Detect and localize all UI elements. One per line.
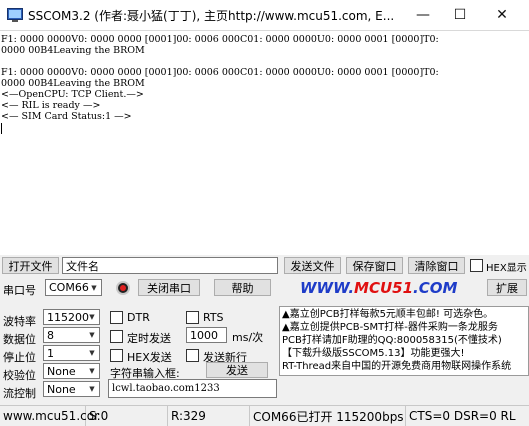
port-select[interactable]: COM66 ▼ [45, 279, 102, 296]
receive-line: <—OpenCPU: TCP Client.—> [1, 89, 144, 100]
close-port-button[interactable]: 关闭串口 [138, 279, 200, 296]
save-window-button[interactable]: 保存窗口 [346, 257, 403, 274]
chevron-down-icon: ▼ [89, 331, 95, 339]
databits-label: 数据位 [3, 333, 36, 346]
window-title: SSCOM3.2 (作者:聂小猛(丁丁), 主页http://www.mcu51… [28, 9, 395, 23]
timed-send-checkbox[interactable] [110, 330, 123, 343]
hex-display-checkbox[interactable] [470, 259, 483, 272]
maximize-icon: ☐ [453, 7, 467, 23]
parity-value: None [47, 364, 76, 378]
ad-line[interactable]: 【下载升级版SSCOM5.13】功能更强大! [282, 347, 464, 360]
receive-area[interactable]: F1: 0000 0000V0: 0000 0000 [0001]00: 000… [0, 30, 529, 255]
hex-send-label: HEX发送 [127, 351, 172, 364]
timed-send-label: 定时发送 [127, 332, 171, 345]
help-button[interactable]: 帮助 [214, 279, 271, 296]
chevron-down-icon: ▼ [89, 367, 95, 375]
clear-window-button[interactable]: 清除窗口 [408, 257, 465, 274]
ad-line[interactable]: ▲嘉立创PCB打样每款5元顺丰包邮! 可选杂色。 [282, 308, 493, 321]
hex-send-checkbox[interactable] [110, 349, 123, 362]
parity-label: 校验位 [3, 369, 36, 382]
stopbits-value: 1 [47, 346, 54, 360]
maximize-button[interactable]: ☐ [440, 0, 480, 30]
port-value: COM66 [49, 281, 89, 294]
receive-line: 0000 00B4Leaving the BROM [1, 78, 145, 89]
baud-value: 115200 [47, 310, 89, 324]
rts-checkbox[interactable] [186, 311, 199, 324]
receive-line: <— SIM Card Status:1 —> [1, 111, 132, 122]
receive-line: <— RIL is ready —> [1, 100, 101, 111]
open-file-button[interactable]: 打开文件 [2, 257, 59, 274]
ad-line[interactable]: RT-Thread来自中国的开源免费商用物联网操作系统 [282, 360, 511, 373]
close-icon: ✕ [496, 7, 508, 23]
parity-select[interactable]: None ▼ [43, 363, 100, 379]
stopbits-select[interactable]: 1 ▼ [43, 345, 100, 361]
flow-label: 流控制 [3, 387, 36, 400]
databits-value: 8 [47, 328, 54, 342]
brand-suffix: .COM [413, 279, 458, 297]
chevron-down-icon: ▼ [91, 283, 97, 292]
databits-select[interactable]: 8 ▼ [43, 327, 100, 343]
interval-unit: ms/次 [232, 331, 264, 344]
send-text-input[interactable]: lcwl.taobao.com1233 [108, 379, 277, 398]
baud-label: 波特率 [3, 315, 36, 328]
hex-display-label: HEX显示 [486, 263, 527, 274]
expand-button[interactable]: 扩展 [487, 279, 527, 296]
chevron-down-icon: ▼ [89, 385, 95, 393]
app-icon [7, 8, 23, 22]
dtr-label: DTR [127, 311, 150, 324]
status-lines: CTS=0 DSR=0 RL [409, 409, 516, 423]
receive-line: F1: 0000 0000V0: 0000 0000 [0001]00: 000… [1, 34, 439, 45]
status-bar: www.mcu51.cor S:0 R:329 COM66已打开 115200b… [0, 405, 529, 426]
ad-panel: ▲嘉立创PCB打样每款5元顺丰包邮! 可选杂色。 ▲嘉立创提供PCB-SMT打样… [279, 306, 529, 376]
send-newline-checkbox[interactable] [186, 349, 199, 362]
minimize-icon: — [416, 7, 430, 23]
text-caret [1, 123, 2, 134]
chevron-down-icon: ▼ [89, 349, 95, 357]
receive-line: F1: 0000 0000V0: 0000 0000 [0001]00: 000… [1, 67, 439, 78]
brand-name: MCU51 [354, 279, 414, 297]
send-button[interactable]: 发送 [206, 362, 268, 378]
ad-line[interactable]: ▲嘉立创提供PCB-SMT打样-器件采购一条龙服务 [282, 321, 498, 334]
website-link[interactable]: WWW.MCU51.COM [300, 279, 457, 297]
interval-input[interactable]: 1000 [186, 327, 227, 343]
port-status-icon [116, 281, 130, 295]
chevron-down-icon: ▼ [89, 313, 95, 321]
status-sent: S:0 [86, 406, 168, 426]
dtr-checkbox[interactable] [110, 311, 123, 324]
brand-prefix: WWW. [300, 279, 355, 297]
port-label: 串口号 [3, 284, 36, 297]
filename-input[interactable]: 文件名 [62, 257, 278, 274]
rts-label: RTS [203, 311, 224, 324]
minimize-button[interactable]: — [403, 0, 443, 30]
flow-value: None [47, 382, 76, 396]
status-site: www.mcu51.cor [0, 406, 99, 426]
send-file-button[interactable]: 发送文件 [284, 257, 341, 274]
flow-select[interactable]: None ▼ [43, 381, 100, 397]
receive-line: 0000 00B4Leaving the BROM [1, 45, 145, 56]
status-received: R:329 [168, 406, 250, 426]
title-bar: SSCOM3.2 (作者:聂小猛(丁丁), 主页http://www.mcu51… [0, 0, 529, 30]
ad-line[interactable]: PCB打样请加F助理的QQ:800058315(不懂技术) [282, 334, 502, 347]
baud-select[interactable]: 115200 ▼ [43, 309, 100, 325]
status-port: COM66已打开 115200bps [250, 406, 406, 426]
stopbits-label: 停止位 [3, 351, 36, 364]
close-button[interactable]: ✕ [482, 0, 522, 30]
